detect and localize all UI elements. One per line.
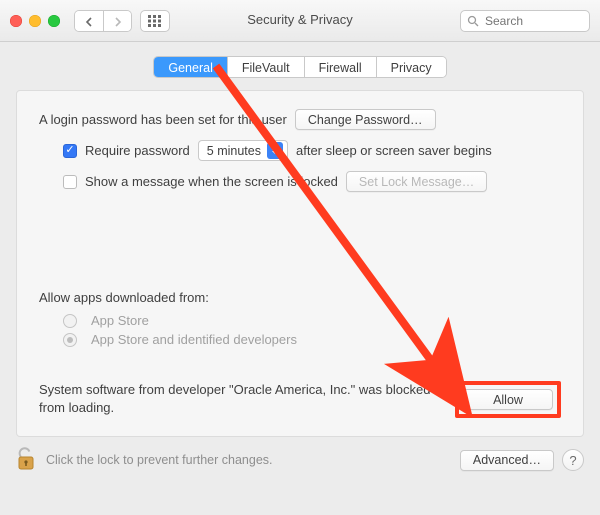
identified-option-row: App Store and identified developers <box>63 332 561 347</box>
zoom-window-icon[interactable] <box>48 15 60 27</box>
login-password-row: A login password has been set for this u… <box>39 109 561 130</box>
lock-message: Click the lock to prevent further change… <box>46 453 273 467</box>
footer: Click the lock to prevent further change… <box>16 447 584 473</box>
help-button[interactable]: ? <box>562 449 584 471</box>
tab-general[interactable]: General <box>154 57 226 78</box>
allow-downloads-heading: Allow apps downloaded from: <box>39 290 561 305</box>
show-lock-message-label: Show a message when the screen is locked <box>85 174 338 189</box>
lock-icon[interactable] <box>16 447 36 473</box>
grid-icon <box>148 15 162 27</box>
identified-label: App Store and identified developers <box>91 332 297 347</box>
blocked-message: System software from developer "Oracle A… <box>39 381 441 417</box>
blocked-software-row: System software from developer "Oracle A… <box>39 381 561 418</box>
search-input[interactable] <box>483 13 583 29</box>
traffic-lights <box>10 15 60 27</box>
appstore-radio <box>63 314 77 328</box>
stepper-icon <box>267 142 283 159</box>
tab-bar: General FileVault Firewall Privacy <box>153 56 446 78</box>
tab-firewall[interactable]: Firewall <box>304 57 376 78</box>
window-toolbar: Security & Privacy <box>0 0 600 42</box>
nav-back-forward <box>74 10 132 32</box>
show-lock-message-checkbox[interactable] <box>63 175 77 189</box>
tab-filevault[interactable]: FileVault <box>227 57 304 78</box>
back-button[interactable] <box>75 11 103 32</box>
require-password-row: Require password 5 minutes after sleep o… <box>63 140 561 161</box>
forward-button[interactable] <box>103 11 131 32</box>
search-icon <box>467 15 479 27</box>
set-lock-message-button: Set Lock Message… <box>346 171 487 192</box>
chevron-right-icon <box>114 17 122 27</box>
advanced-button[interactable]: Advanced… <box>460 450 554 471</box>
password-delay-select[interactable]: 5 minutes <box>198 140 288 161</box>
identified-radio <box>63 333 77 347</box>
password-delay-value: 5 minutes <box>207 144 261 158</box>
after-sleep-label: after sleep or screen saver begins <box>296 143 492 158</box>
close-window-icon[interactable] <box>10 15 22 27</box>
minimize-window-icon[interactable] <box>29 15 41 27</box>
lock-message-row: Show a message when the screen is locked… <box>63 171 561 192</box>
search-field[interactable] <box>460 10 590 32</box>
require-password-label: Require password <box>85 143 190 158</box>
allow-highlight: Allow <box>455 381 561 418</box>
show-all-prefs-button[interactable] <box>140 10 170 32</box>
change-password-button[interactable]: Change Password… <box>295 109 436 130</box>
login-password-msg: A login password has been set for this u… <box>39 112 287 127</box>
general-panel: A login password has been set for this u… <box>16 90 584 437</box>
allow-button[interactable]: Allow <box>463 389 553 410</box>
tab-privacy[interactable]: Privacy <box>376 57 446 78</box>
require-password-checkbox[interactable] <box>63 144 77 158</box>
chevron-left-icon <box>85 17 93 27</box>
appstore-option-row: App Store <box>63 313 561 328</box>
appstore-label: App Store <box>91 313 149 328</box>
